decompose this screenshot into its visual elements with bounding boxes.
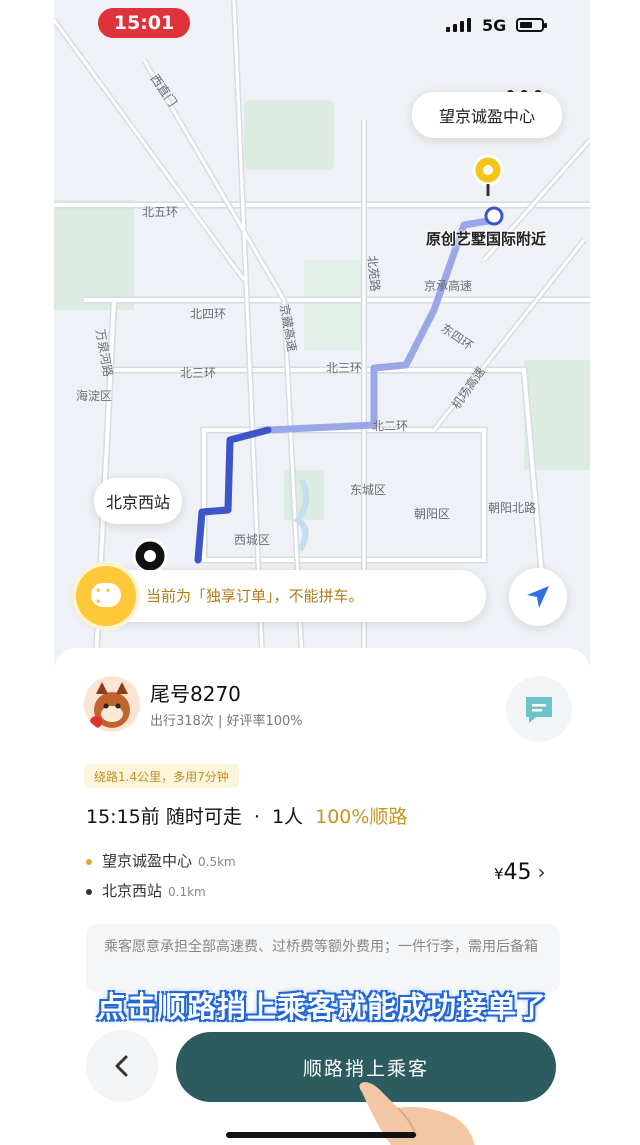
detour-tag: 绕路1.4公里，多用7分钟 xyxy=(84,764,239,788)
depart-time: 15:15前 xyxy=(86,806,160,828)
chat-bubble-icon xyxy=(76,566,136,626)
destination-bubble: 望京诚盈中心 xyxy=(412,92,562,138)
network-label: 5G xyxy=(482,16,507,35)
back-button[interactable] xyxy=(86,1030,158,1102)
passenger-count: 1人 xyxy=(271,806,304,828)
chat-button[interactable] xyxy=(506,676,572,742)
video-caption: 点击顺路捎上乘客就能成功接单了 xyxy=(96,990,547,1024)
svg-text:北二环: 北二环 xyxy=(372,419,408,433)
passenger-note-text: 乘客愿意承担全部高速费、过桥费等额外费用；一件行李，需用后备箱 xyxy=(104,939,538,955)
availability: 随时可走 xyxy=(165,806,242,828)
svg-text:朝阳区: 朝阳区 xyxy=(414,507,450,521)
separator: · xyxy=(253,806,260,828)
svg-text:北苑路: 北苑路 xyxy=(365,255,383,292)
message-icon xyxy=(526,697,552,723)
driver-name: 尾号8270 xyxy=(150,682,241,706)
navigation-arrow-icon xyxy=(527,586,549,608)
locate-button[interactable] xyxy=(509,568,567,626)
pickup-dot xyxy=(86,858,92,865)
origin-bubble: 北京西站 xyxy=(94,478,182,524)
exclusive-order-notice: 当前为「独享订单」，不能拼车。 xyxy=(76,566,486,626)
dropoff-name: 北京西站 xyxy=(102,882,163,900)
svg-text:北四环: 北四环 xyxy=(190,307,226,321)
status-bar: 15:01 5G xyxy=(54,0,590,46)
order-sheet: 尾号8270 出行318次 | 好评率100% 绕路1.4公里，多用7分钟 15… xyxy=(54,648,590,1145)
svg-text:东城区: 东城区 xyxy=(350,483,386,497)
driver-stats: 出行318次 | 好评率100% xyxy=(150,714,303,729)
pickup-stop: 望京诚盈中心 0.5km xyxy=(86,850,236,871)
svg-text:北三环: 北三环 xyxy=(180,366,216,380)
notice-text: 当前为「独享订单」，不能拼车。 xyxy=(146,587,364,605)
passenger-note: 乘客愿意承担全部高速费、过桥费等额外费用；一件行李，需用后备箱 xyxy=(86,924,560,992)
price-link[interactable]: ¥45 › xyxy=(494,860,546,885)
currency-symbol: ¥ xyxy=(494,865,504,883)
chevron-left-icon xyxy=(115,1055,128,1077)
svg-text:西城区: 西城区 xyxy=(234,533,270,547)
svg-text:北三环: 北三环 xyxy=(326,361,362,375)
signal-icon xyxy=(446,18,471,32)
svg-text:海淀区: 海淀区 xyxy=(76,388,112,403)
dropoff-stop: 北京西站 0.1km xyxy=(86,880,206,901)
price-value: 45 xyxy=(503,860,532,885)
black-pin-icon xyxy=(132,538,168,574)
home-indicator xyxy=(226,1132,416,1138)
pickup-name: 望京诚盈中心 xyxy=(102,852,193,870)
svg-text:京承高速: 京承高速 xyxy=(424,278,472,293)
dropoff-dot xyxy=(86,888,92,895)
svg-text:北五环: 北五环 xyxy=(142,205,178,219)
battery-icon xyxy=(516,18,547,32)
chevron-right-icon: › xyxy=(537,860,546,884)
left-margin xyxy=(0,0,54,1145)
status-time: 15:01 xyxy=(98,8,190,38)
svg-text:朝阳北路: 朝阳北路 xyxy=(488,500,536,515)
phone-screen: 北五环 北四环 北三环 北三环 北二环 东城区 西城区 朝阳区 朝阳北路 海淀区… xyxy=(54,0,590,1145)
trip-summary: 15:15前 随时可走 · 1人 100%顺路 xyxy=(86,802,407,829)
dropoff-distance: 0.1km xyxy=(168,885,206,899)
route-match: 100%顺路 xyxy=(315,806,408,828)
pickup-distance: 0.5km xyxy=(198,855,236,869)
right-margin xyxy=(590,0,640,1145)
destination-sublabel: 原创艺墅国际附近 xyxy=(426,230,547,248)
avatar xyxy=(84,676,140,732)
